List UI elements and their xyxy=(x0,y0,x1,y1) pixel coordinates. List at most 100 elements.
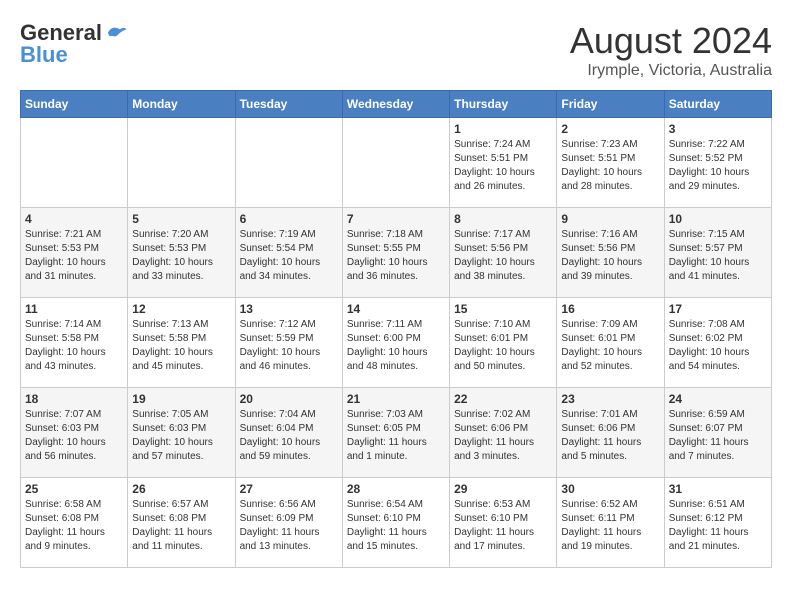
day-info: Sunrise: 7:12 AM Sunset: 5:59 PM Dayligh… xyxy=(240,318,338,374)
day-number: 25 xyxy=(25,482,123,496)
day-info: Sunrise: 6:59 AM Sunset: 6:07 PM Dayligh… xyxy=(669,408,767,464)
day-number: 13 xyxy=(240,302,338,316)
calendar-cell: 1 Sunrise: 7:24 AM Sunset: 5:51 PM Daylig… xyxy=(450,118,557,208)
day-info: Sunrise: 7:11 AM Sunset: 6:00 PM Dayligh… xyxy=(347,318,445,374)
calendar-cell xyxy=(342,118,449,208)
calendar-week-5: 25 Sunrise: 6:58 AM Sunset: 6:08 PM Dayli… xyxy=(21,478,772,568)
weekday-header-wednesday: Wednesday xyxy=(342,91,449,118)
calendar-cell: 14 Sunrise: 7:11 AM Sunset: 6:00 PM Dayli… xyxy=(342,298,449,388)
day-number: 31 xyxy=(669,482,767,496)
calendar-cell xyxy=(21,118,128,208)
calendar-cell: 13 Sunrise: 7:12 AM Sunset: 5:59 PM Dayli… xyxy=(235,298,342,388)
calendar-cell: 9Sunrise: 7:16 AM Sunset: 5:56 PM Daylig… xyxy=(557,208,664,298)
day-number: 26 xyxy=(132,482,230,496)
day-info: Sunrise: 6:52 AM Sunset: 6:11 PM Dayligh… xyxy=(561,498,659,554)
day-number: 4 xyxy=(25,212,123,226)
calendar-cell: 30 Sunrise: 6:52 AM Sunset: 6:11 PM Dayli… xyxy=(557,478,664,568)
calendar-cell: 15Sunrise: 7:10 AM Sunset: 6:01 PM Dayli… xyxy=(450,298,557,388)
weekday-header-monday: Monday xyxy=(128,91,235,118)
calendar-cell: 6 Sunrise: 7:19 AM Sunset: 5:54 PM Daylig… xyxy=(235,208,342,298)
weekday-header-thursday: Thursday xyxy=(450,91,557,118)
day-number: 12 xyxy=(132,302,230,316)
location-text: Irymple, Victoria, Australia xyxy=(570,62,772,80)
calendar-cell: 10 Sunrise: 7:15 AM Sunset: 5:57 PM Dayli… xyxy=(664,208,771,298)
day-info: Sunrise: 7:21 AM Sunset: 5:53 PM Dayligh… xyxy=(25,228,123,284)
calendar-week-1: 1 Sunrise: 7:24 AM Sunset: 5:51 PM Daylig… xyxy=(21,118,772,208)
calendar-cell: 19Sunrise: 7:05 AM Sunset: 6:03 PM Dayli… xyxy=(128,388,235,478)
calendar-week-2: 4 Sunrise: 7:21 AM Sunset: 5:53 PM Daylig… xyxy=(21,208,772,298)
calendar-cell: 25 Sunrise: 6:58 AM Sunset: 6:08 PM Dayli… xyxy=(21,478,128,568)
calendar-cell: 24 Sunrise: 6:59 AM Sunset: 6:07 PM Dayli… xyxy=(664,388,771,478)
day-number: 6 xyxy=(240,212,338,226)
day-number: 5 xyxy=(132,212,230,226)
day-number: 7 xyxy=(347,212,445,226)
day-info: Sunrise: 6:56 AM Sunset: 6:09 PM Dayligh… xyxy=(240,498,338,554)
day-number: 23 xyxy=(561,392,659,406)
day-info: Sunrise: 7:13 AM Sunset: 5:58 PM Dayligh… xyxy=(132,318,230,374)
day-info: Sunrise: 7:22 AM Sunset: 5:52 PM Dayligh… xyxy=(669,138,767,194)
page-header: General Blue August 2024 Irymple, Victor… xyxy=(20,20,772,80)
day-info: Sunrise: 7:10 AM Sunset: 6:01 PM Dayligh… xyxy=(454,318,552,374)
calendar-cell: 7Sunrise: 7:18 AM Sunset: 5:55 PM Daylig… xyxy=(342,208,449,298)
day-number: 8 xyxy=(454,212,552,226)
calendar-cell: 22Sunrise: 7:02 AM Sunset: 6:06 PM Dayli… xyxy=(450,388,557,478)
calendar-cell: 27 Sunrise: 6:56 AM Sunset: 6:09 PM Dayli… xyxy=(235,478,342,568)
day-number: 16 xyxy=(561,302,659,316)
calendar-cell: 8 Sunrise: 7:17 AM Sunset: 5:56 PM Daylig… xyxy=(450,208,557,298)
day-number: 3 xyxy=(669,122,767,136)
logo: General Blue xyxy=(20,20,128,68)
day-number: 28 xyxy=(347,482,445,496)
day-info: Sunrise: 7:17 AM Sunset: 5:56 PM Dayligh… xyxy=(454,228,552,284)
day-info: Sunrise: 6:53 AM Sunset: 6:10 PM Dayligh… xyxy=(454,498,552,554)
day-number: 27 xyxy=(240,482,338,496)
logo-bird-icon xyxy=(104,23,128,43)
day-number: 22 xyxy=(454,392,552,406)
day-number: 18 xyxy=(25,392,123,406)
calendar-cell: 21 Sunrise: 7:03 AM Sunset: 6:05 PM Dayli… xyxy=(342,388,449,478)
day-info: Sunrise: 7:04 AM Sunset: 6:04 PM Dayligh… xyxy=(240,408,338,464)
day-info: Sunrise: 6:54 AM Sunset: 6:10 PM Dayligh… xyxy=(347,498,445,554)
day-number: 17 xyxy=(669,302,767,316)
title-section: August 2024 Irymple, Victoria, Australia xyxy=(570,20,772,80)
day-number: 21 xyxy=(347,392,445,406)
day-number: 29 xyxy=(454,482,552,496)
day-number: 20 xyxy=(240,392,338,406)
calendar-cell: 31Sunrise: 6:51 AM Sunset: 6:12 PM Dayli… xyxy=(664,478,771,568)
calendar-cell: 3 Sunrise: 7:22 AM Sunset: 5:52 PM Daylig… xyxy=(664,118,771,208)
day-number: 1 xyxy=(454,122,552,136)
calendar-week-3: 11 Sunrise: 7:14 AM Sunset: 5:58 PM Dayli… xyxy=(21,298,772,388)
day-info: Sunrise: 7:08 AM Sunset: 6:02 PM Dayligh… xyxy=(669,318,767,374)
calendar-cell: 4 Sunrise: 7:21 AM Sunset: 5:53 PM Daylig… xyxy=(21,208,128,298)
calendar-cell: 17 Sunrise: 7:08 AM Sunset: 6:02 PM Dayli… xyxy=(664,298,771,388)
logo-blue-text: Blue xyxy=(20,42,68,68)
day-number: 30 xyxy=(561,482,659,496)
calendar-cell: 12 Sunrise: 7:13 AM Sunset: 5:58 PM Dayli… xyxy=(128,298,235,388)
day-number: 14 xyxy=(347,302,445,316)
weekday-header-tuesday: Tuesday xyxy=(235,91,342,118)
calendar-cell: 5Sunrise: 7:20 AM Sunset: 5:53 PM Daylig… xyxy=(128,208,235,298)
day-info: Sunrise: 7:14 AM Sunset: 5:58 PM Dayligh… xyxy=(25,318,123,374)
day-info: Sunrise: 7:23 AM Sunset: 5:51 PM Dayligh… xyxy=(561,138,659,194)
day-number: 24 xyxy=(669,392,767,406)
calendar-cell: 28 Sunrise: 6:54 AM Sunset: 6:10 PM Dayli… xyxy=(342,478,449,568)
calendar-cell: 29 Sunrise: 6:53 AM Sunset: 6:10 PM Dayli… xyxy=(450,478,557,568)
month-title: August 2024 xyxy=(570,20,772,62)
day-info: Sunrise: 7:15 AM Sunset: 5:57 PM Dayligh… xyxy=(669,228,767,284)
weekday-header-friday: Friday xyxy=(557,91,664,118)
calendar-header-row: SundayMondayTuesdayWednesdayThursdayFrid… xyxy=(21,91,772,118)
weekday-header-sunday: Sunday xyxy=(21,91,128,118)
day-number: 10 xyxy=(669,212,767,226)
weekday-header-saturday: Saturday xyxy=(664,91,771,118)
day-info: Sunrise: 6:58 AM Sunset: 6:08 PM Dayligh… xyxy=(25,498,123,554)
calendar-cell: 2Sunrise: 7:23 AM Sunset: 5:51 PM Daylig… xyxy=(557,118,664,208)
day-number: 11 xyxy=(25,302,123,316)
day-info: Sunrise: 6:57 AM Sunset: 6:08 PM Dayligh… xyxy=(132,498,230,554)
calendar-cell: 20 Sunrise: 7:04 AM Sunset: 6:04 PM Dayli… xyxy=(235,388,342,478)
calendar-cell xyxy=(235,118,342,208)
day-info: Sunrise: 7:19 AM Sunset: 5:54 PM Dayligh… xyxy=(240,228,338,284)
calendar-cell: 18Sunrise: 7:07 AM Sunset: 6:03 PM Dayli… xyxy=(21,388,128,478)
day-info: Sunrise: 7:03 AM Sunset: 6:05 PM Dayligh… xyxy=(347,408,445,464)
day-info: Sunrise: 7:09 AM Sunset: 6:01 PM Dayligh… xyxy=(561,318,659,374)
day-number: 9 xyxy=(561,212,659,226)
day-info: Sunrise: 7:24 AM Sunset: 5:51 PM Dayligh… xyxy=(454,138,552,194)
